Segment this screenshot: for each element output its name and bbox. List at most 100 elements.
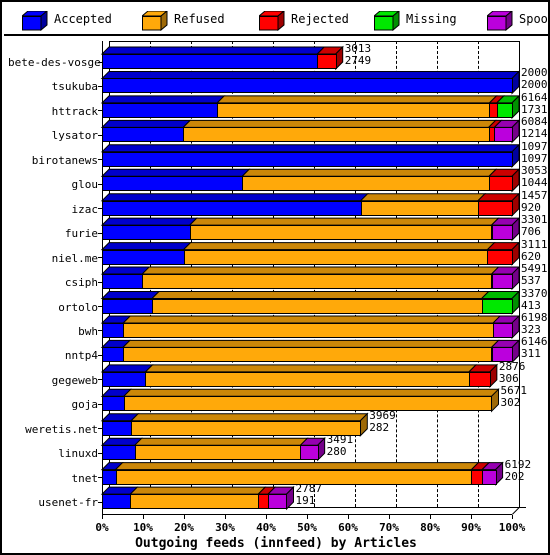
bar-segment-front xyxy=(142,274,493,290)
bar-segment-front xyxy=(493,322,513,338)
y-axis-label-glou: glou xyxy=(71,178,99,192)
bar-segment-front xyxy=(183,127,490,143)
bar-segment-front xyxy=(468,371,491,387)
bar-segment-front xyxy=(482,469,497,485)
bar-segment-front xyxy=(494,127,513,143)
bar-value-secondary: 920 xyxy=(521,200,541,214)
bar-segment-front xyxy=(477,200,513,216)
bar-value-secondary: 302 xyxy=(500,396,521,410)
bar-value-secondary: 323 xyxy=(521,322,541,336)
y-axis-label-lysator: lysator xyxy=(51,129,98,143)
cube-icon xyxy=(485,9,514,32)
x-tick-label: 0% xyxy=(95,521,109,535)
y-axis-label-niel.me: niel.me xyxy=(51,251,98,265)
bar-value-total: 3013 xyxy=(344,42,372,55)
axis-corner-skew xyxy=(512,507,520,515)
x-tick-label: 100% xyxy=(498,521,526,535)
bar-segment-front xyxy=(145,371,470,387)
x-tick-70 xyxy=(389,515,390,520)
y-axis-label-nntp4: nntp4 xyxy=(64,349,98,363)
bar-value-total: 6164 xyxy=(521,90,548,104)
bar-value-total: 5491 xyxy=(521,262,548,276)
bar-value-secondary: 2000 xyxy=(521,78,548,92)
bar-value-total: 1457 xyxy=(521,188,548,202)
cube-icon xyxy=(372,9,401,32)
bar-segment-front xyxy=(102,176,244,192)
y-axis-label-gegeweb: gegeweb xyxy=(51,373,98,387)
bar-segment-front xyxy=(183,249,489,265)
bar-value-total: 6084 xyxy=(521,115,548,129)
bar-segment-front xyxy=(491,274,513,290)
legend-label: Spooled xyxy=(519,12,550,26)
x-tick-label: 60% xyxy=(338,521,358,535)
bar-value-secondary: 311 xyxy=(521,347,541,361)
x-tick-label: 50% xyxy=(297,521,317,535)
bar-segment-front xyxy=(102,151,513,167)
y-axis-label-bwh: bwh xyxy=(78,324,98,338)
bar-value-total: 1097 xyxy=(521,139,548,153)
x-tick-label: 70% xyxy=(379,521,399,535)
y-axis-label-httrack: httrack xyxy=(51,104,98,118)
bar-segment-front xyxy=(123,322,495,338)
chart-plot-area: 0% 10% 20% 30% 40% 50% 60% 70% 80% 90% 100% Outgoin… xyxy=(4,36,548,555)
y-axis-label-linuxd: linuxd xyxy=(58,447,98,461)
bar-value-total: 2000 xyxy=(521,66,548,80)
bar-segment-front xyxy=(102,469,117,485)
bar-segment-front xyxy=(102,322,125,338)
legend-label: Missing xyxy=(406,12,457,26)
bar-value-total: 2787 xyxy=(295,482,323,496)
y-axis-label-weretis.net: weretis.net xyxy=(25,422,98,436)
bar-segment-front xyxy=(481,298,513,314)
legend-label: Rejected xyxy=(291,12,349,26)
y-axis-label-tnet: tnet xyxy=(71,471,99,485)
cube-icon xyxy=(257,9,286,32)
bar-value-total: 6192 xyxy=(504,457,532,471)
y-axis-label-goja: goja xyxy=(71,398,99,412)
bar-segment-front xyxy=(487,249,513,265)
x-tick-40 xyxy=(266,515,267,520)
bar-value-total: 3370 xyxy=(521,286,548,300)
bar-segment-front xyxy=(102,347,124,363)
bar-value-total: 3491 xyxy=(326,433,354,447)
bar-value-total: 3969 xyxy=(369,408,396,422)
bar-value-secondary: 620 xyxy=(521,249,541,263)
x-tick-0 xyxy=(102,515,103,520)
x-tick-label: 20% xyxy=(174,521,194,535)
bar-segment-front xyxy=(102,200,362,216)
bar-value-total: 2876 xyxy=(498,359,526,373)
x-tick-90 xyxy=(471,515,472,520)
bar-segment-front xyxy=(102,274,144,290)
x-tick-label: 80% xyxy=(420,521,440,535)
bar-segment-front xyxy=(152,298,483,314)
bar-value-secondary: 1044 xyxy=(521,176,548,190)
cube-icon xyxy=(140,9,169,32)
bar-segment-front xyxy=(496,102,513,118)
bar-segment-front xyxy=(134,445,302,461)
bar-value-secondary: 1214 xyxy=(521,127,548,141)
bar-segment-front xyxy=(102,225,191,241)
x-tick-50 xyxy=(307,515,308,520)
bar-segment-front xyxy=(102,396,125,412)
x-tick-80 xyxy=(430,515,431,520)
y-axis-label-izac: izac xyxy=(71,202,99,216)
y-axis-label-birotanews: birotanews xyxy=(31,153,98,167)
bar-segment-front xyxy=(130,494,260,510)
bar-value-secondary: 1097 xyxy=(521,151,548,165)
bar-segment-front xyxy=(317,54,337,69)
bar-segment-front xyxy=(360,200,479,216)
bar-segment-front xyxy=(123,396,493,412)
x-tick-label: 10% xyxy=(133,521,153,535)
y-axis-label-ortolo: ortolo xyxy=(58,300,98,314)
y-axis-label-tsukuba: tsukuba xyxy=(51,80,98,94)
chart-window: Accepted Refused Rejected Missing Spooled 0%… xyxy=(0,0,550,555)
cube-icon xyxy=(20,9,49,32)
bar-value-secondary: 413 xyxy=(521,298,541,312)
bar-segment-front xyxy=(491,225,513,241)
bar-value-secondary: 306 xyxy=(498,371,519,385)
bar-segment-front xyxy=(102,127,185,143)
bar-value-total: 3301 xyxy=(521,213,548,227)
bar-segment-front xyxy=(102,54,319,69)
legend-label: Accepted xyxy=(54,12,112,26)
bar-value-total: 3111 xyxy=(521,237,548,251)
y-axis-label-usenet-fr: usenet-fr xyxy=(38,496,98,510)
